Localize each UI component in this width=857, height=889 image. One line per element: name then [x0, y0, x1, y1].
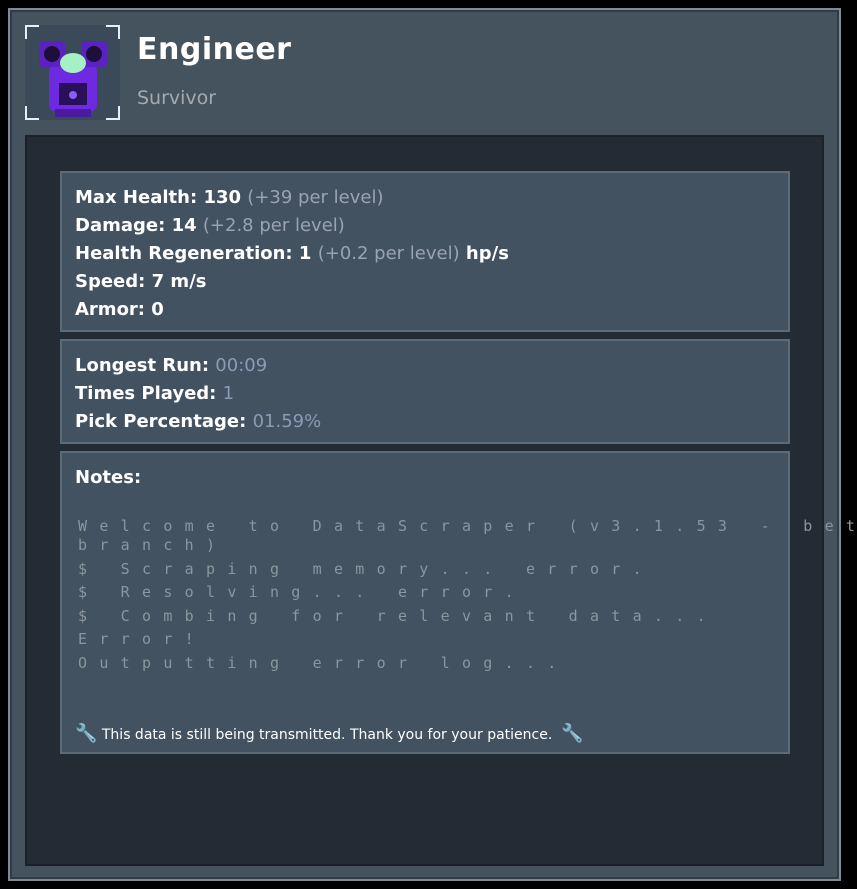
character-class: Survivor: [137, 87, 217, 109]
stat-armor: Armor: 0: [75, 299, 164, 320]
corner-bracket: [106, 25, 120, 39]
terminal-line: Outputting error log...: [78, 654, 569, 672]
terminal-line: $ Scraping memory... error.: [78, 560, 654, 578]
terminal-line: Error!: [78, 630, 206, 648]
record-longest-run: Longest Run: 00:09: [75, 355, 268, 376]
corner-bracket: [106, 106, 120, 120]
stat-max-health: Max Health: 130 (+39 per level): [75, 187, 384, 208]
stat-speed: Speed: 7 m/s: [75, 271, 207, 292]
wrench-icon: 🔧: [561, 723, 584, 744]
terminal-line: Welcome to DataScraper (v3.1.53 - beta: [78, 517, 857, 535]
records-box: Longest Run: 00:09 Times Played: 1 Pick …: [60, 339, 790, 444]
character-portrait: [25, 25, 120, 120]
wrench-icon: 🔧: [75, 723, 98, 744]
notice-text: This data is still being transmitted. Th…: [101, 727, 553, 743]
terminal-line: $ Combing for relevant data...: [78, 607, 718, 625]
terminal-line: $ Resolving... error.: [78, 583, 526, 601]
corner-bracket: [25, 106, 39, 120]
terminal-line: branch): [78, 536, 228, 554]
character-name: Engineer: [137, 32, 292, 67]
notes-heading: Notes:: [75, 467, 142, 488]
stats-box: Max Health: 130 (+39 per level) Damage: …: [60, 171, 790, 332]
corner-bracket: [25, 25, 39, 39]
stat-health-regen: Health Regeneration: 1 (+0.2 per level) …: [75, 243, 509, 264]
stat-damage: Damage: 14 (+2.8 per level): [75, 215, 345, 236]
record-times-played: Times Played: 1: [75, 383, 235, 404]
transmission-notice: 🔧 This data is still being transmitted. …: [75, 723, 584, 744]
record-pick-percentage: Pick Percentage: 01.59%: [75, 411, 322, 432]
notes-box: Notes: Welcome to DataScraper (v3.1.53 -…: [60, 451, 857, 754]
